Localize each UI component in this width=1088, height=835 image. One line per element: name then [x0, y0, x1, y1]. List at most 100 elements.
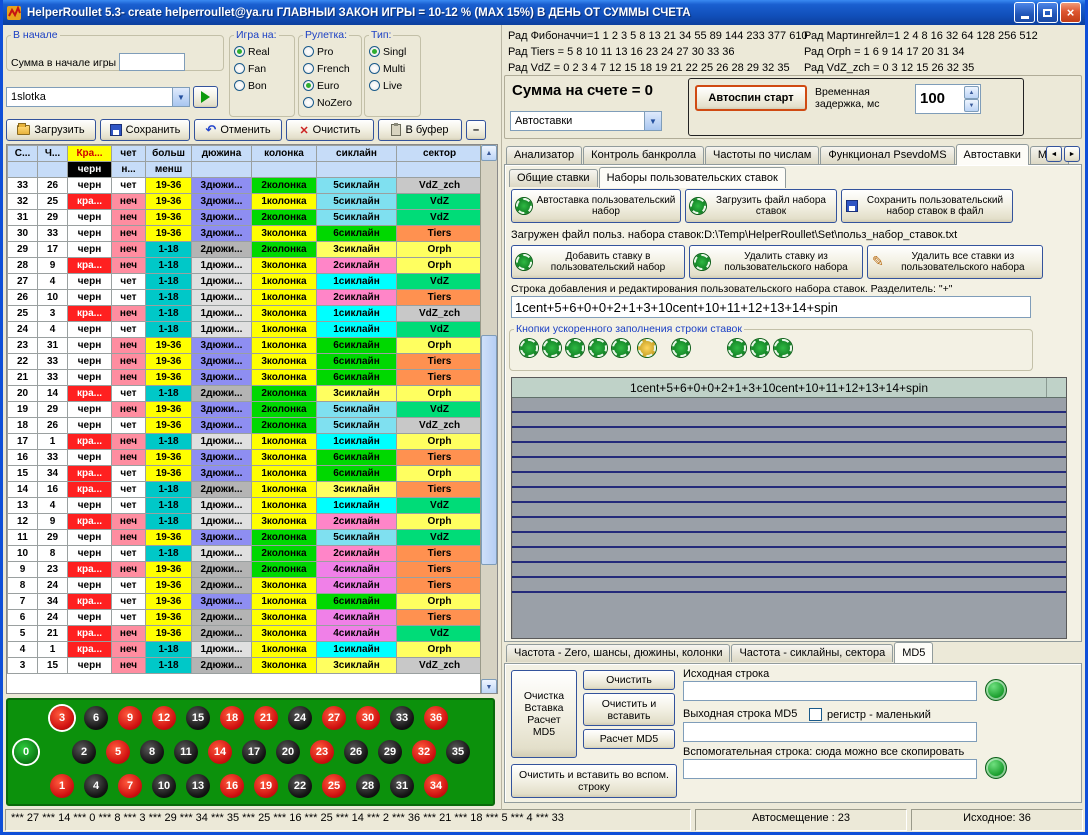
quick-chip-button[interactable] [672, 339, 690, 357]
board-number-23[interactable]: 23 [310, 740, 334, 764]
clear-button[interactable]: ✕ Очистить [286, 119, 374, 141]
history-row[interactable]: 2014кра...чет1-182дюжи...2колонка3сиклай… [8, 386, 483, 402]
quick-chip-button[interactable] [638, 339, 656, 357]
radio-nozero[interactable]: NoZero [303, 94, 357, 111]
scroll-up-icon[interactable]: ▲ [481, 145, 497, 161]
history-row[interactable]: 923кра...неч19-362дюжи...2колонка4сиклай… [8, 562, 483, 578]
board-number-34[interactable]: 34 [424, 774, 448, 798]
board-number-5[interactable]: 5 [106, 740, 130, 764]
history-row[interactable]: 734кра...чет19-363дюжи...1колонка6сиклай… [8, 594, 483, 610]
board-number-35[interactable]: 35 [446, 740, 470, 764]
board-number-21[interactable]: 21 [254, 706, 278, 730]
bet-list-row[interactable] [512, 548, 1066, 563]
helper-paste-button[interactable] [985, 757, 1007, 779]
board-number-0[interactable]: 0 [14, 740, 38, 764]
lowercase-checkbox[interactable] [809, 708, 822, 721]
bet-list-row[interactable] [512, 473, 1066, 488]
board-number-20[interactable]: 20 [276, 740, 300, 764]
board-number-24[interactable]: 24 [288, 706, 312, 730]
tab-контроль-банкролла[interactable]: Контроль банкролла [583, 146, 704, 164]
quick-chip-button[interactable] [566, 339, 584, 357]
tab-частота-сиклайны-сектора[interactable]: Частота - сиклайны, сектора [731, 644, 893, 662]
radio-live[interactable]: Live [369, 77, 416, 94]
bet-list-row[interactable] [512, 458, 1066, 473]
autostakes-combo[interactable]: Автоставки ▼ [510, 111, 662, 131]
autospin-start-button[interactable]: Автоспин старт [695, 85, 807, 111]
source-string-input[interactable] [683, 681, 977, 701]
save-button[interactable]: Сохранить [100, 119, 190, 141]
tab-наборы-пользовательских-ставок[interactable]: Наборы пользовательских ставок [599, 167, 786, 188]
md5-all-in-one-button[interactable]: Очистка Вставка Расчет MD5 [511, 670, 577, 758]
tab-scroll-right-button[interactable]: ► [1064, 146, 1080, 162]
board-number-17[interactable]: 17 [242, 740, 266, 764]
collapse-button[interactable]: – [466, 120, 486, 140]
board-number-11[interactable]: 11 [174, 740, 198, 764]
board-number-33[interactable]: 33 [390, 706, 414, 730]
history-row[interactable]: 1416кра...чет1-182дюжи...1колонка3сиклай… [8, 482, 483, 498]
board-number-28[interactable]: 28 [356, 774, 380, 798]
history-row[interactable]: 1929черннеч19-363дюжи...2колонка5сиклайн… [8, 402, 483, 418]
bet-list-row[interactable] [512, 578, 1066, 593]
spinner-down-icon[interactable]: ▼ [964, 99, 979, 112]
start-sum-input[interactable] [119, 53, 185, 71]
history-row[interactable]: 129кра...неч1-181дюжи...3колонка2сиклайн… [8, 514, 483, 530]
history-row[interactable]: 521кра...неч19-362дюжи...3колонка4сиклай… [8, 626, 483, 642]
scrollbar-thumb[interactable] [481, 335, 497, 565]
bet-list-row[interactable] [512, 503, 1066, 518]
bet-string-input[interactable] [511, 296, 1031, 318]
tab-частота-zero-шансы-дюжины-колонки[interactable]: Частота - Zero, шансы, дюжины, колонки [506, 644, 730, 662]
scroll-down-icon[interactable]: ▼ [481, 679, 497, 694]
bet-list-row[interactable] [512, 533, 1066, 548]
board-number-15[interactable]: 15 [186, 706, 210, 730]
md5-clear-paste-button[interactable]: Очистить и вставить [583, 693, 675, 726]
history-row[interactable]: 315черннеч1-182дюжи...3колонка3сиклайнVd… [8, 658, 483, 674]
history-row[interactable]: 134чернчет1-181дюжи...1колонка1сиклайнVd… [8, 498, 483, 514]
bet-list-row[interactable] [512, 398, 1066, 413]
copy-to-buffer-button[interactable]: В буфер [378, 119, 462, 141]
board-number-14[interactable]: 14 [208, 740, 232, 764]
autostake-user-set-button[interactable]: Автоставка пользовательский набор [511, 189, 681, 223]
history-row[interactable]: 253кра...неч1-181дюжи...3колонка1сиклайн… [8, 306, 483, 322]
maximize-button[interactable] [1037, 2, 1058, 23]
board-number-18[interactable]: 18 [220, 706, 244, 730]
md5-clear-button[interactable]: Очистить [583, 670, 675, 690]
history-row[interactable]: 2331черннеч19-363дюжи...1колонка6сиклайн… [8, 338, 483, 354]
history-row[interactable]: 2233черннеч19-363дюжи...3колонка6сиклайн… [8, 354, 483, 370]
history-row[interactable]: 171кра...неч1-181дюжи...1колонка1сиклайн… [8, 434, 483, 450]
play-button[interactable] [193, 86, 218, 108]
add-bet-button[interactable]: Добавить ставку в пользовательский набор [511, 245, 685, 279]
history-row[interactable]: 624чернчет19-362дюжи...3колонка4сиклайнT… [8, 610, 483, 626]
radio-fan[interactable]: Fan [234, 60, 290, 77]
tab-общие-ставки[interactable]: Общие ставки [509, 169, 598, 187]
close-button[interactable]: × [1060, 2, 1081, 23]
bet-list-row[interactable] [512, 518, 1066, 533]
bet-list-row[interactable] [512, 443, 1066, 458]
radio-bon[interactable]: Bon [234, 77, 290, 94]
quick-chip-button[interactable] [728, 339, 746, 357]
board-number-8[interactable]: 8 [140, 740, 164, 764]
history-row[interactable]: 1633черннеч19-363дюжи...3колонка6сиклайн… [8, 450, 483, 466]
preset-combo[interactable]: 1slotka ▼ [6, 87, 190, 107]
board-number-26[interactable]: 26 [344, 740, 368, 764]
board-number-10[interactable]: 10 [152, 774, 176, 798]
board-number-1[interactable]: 1 [50, 774, 74, 798]
quick-chip-button[interactable] [520, 339, 538, 357]
history-row[interactable]: 1129черннеч19-363дюжи...2колонка5сиклайн… [8, 530, 483, 546]
history-row[interactable]: 244чернчет1-181дюжи...1колонка1сиклайнVd… [8, 322, 483, 338]
chevron-down-icon[interactable]: ▼ [644, 112, 661, 130]
history-row[interactable]: 3326чернчет19-363дюжи...2колонка5сиклайн… [8, 178, 483, 194]
board-number-31[interactable]: 31 [390, 774, 414, 798]
board-number-30[interactable]: 30 [356, 706, 380, 730]
history-row[interactable]: 289кра...неч1-181дюжи...3колонка2сиклайн… [8, 258, 483, 274]
tab-scroll-left-button[interactable]: ◄ [1046, 146, 1062, 162]
board-number-16[interactable]: 16 [220, 774, 244, 798]
board-number-12[interactable]: 12 [152, 706, 176, 730]
board-number-19[interactable]: 19 [254, 774, 278, 798]
history-row[interactable]: 3225кра...неч19-363дюжи...1колонка5сикла… [8, 194, 483, 210]
tab-md5[interactable]: MD5 [894, 642, 933, 663]
radio-singl[interactable]: Singl [369, 43, 416, 60]
bet-list-row[interactable] [512, 428, 1066, 443]
bet-list-row[interactable] [512, 413, 1066, 428]
load-set-file-button[interactable]: Загрузить файл набора ставок [685, 189, 837, 223]
quick-chip-button[interactable] [543, 339, 561, 357]
